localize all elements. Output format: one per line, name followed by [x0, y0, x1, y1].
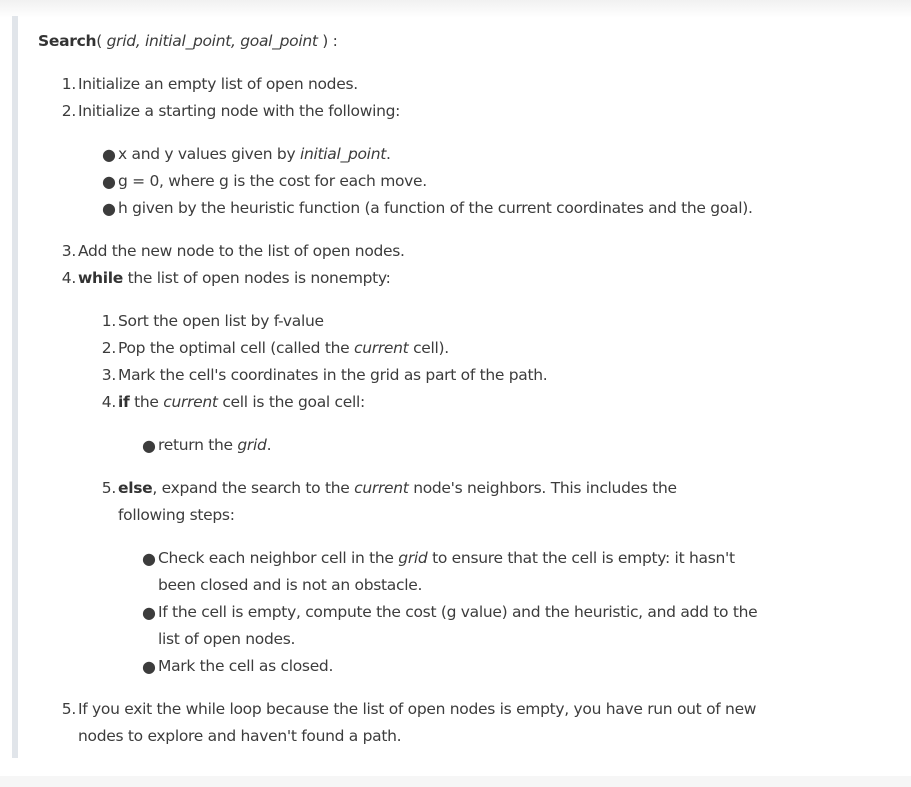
- bullet-icon: ●: [102, 172, 116, 191]
- step-number: 3.: [61, 242, 77, 260]
- step-text: If you exit the while loop because the l…: [78, 700, 757, 745]
- step-text: Pop the optimal cell (called the: [118, 339, 354, 357]
- keyword-if: if: [118, 393, 130, 411]
- step-text: Initialize an empty list of open nodes.: [78, 75, 358, 93]
- emphasis: current: [354, 479, 409, 497]
- bullet-item: ● If the cell is empty, compute the cost…: [142, 599, 758, 653]
- blockquote-bar: [12, 16, 18, 758]
- algorithm-block: Search( grid, initial_point, goal_point …: [38, 29, 898, 750]
- emphasis: current: [354, 339, 409, 357]
- bullet-item: ● Mark the cell as closed.: [142, 653, 898, 680]
- step-2: 2. Initialize a starting node with the f…: [62, 98, 898, 222]
- goal-bullets: ● return the grid.: [142, 432, 898, 459]
- step-text: cell is the goal cell:: [217, 393, 365, 411]
- step-number: 4.: [101, 393, 117, 411]
- bullet-item: ● h given by the heuristic function (a f…: [102, 195, 898, 222]
- signature-open: (: [96, 32, 107, 50]
- step-1: 1. Initialize an empty list of open node…: [62, 71, 898, 98]
- function-args: grid, initial_point, goal_point: [106, 32, 318, 50]
- loop-step-1: 1. Sort the open list by f-value: [102, 308, 898, 335]
- step-text: Mark the cell's coordinates in the grid …: [118, 366, 548, 384]
- step-number: 1.: [61, 75, 77, 93]
- bullet-item: ● g = 0, where g is the cost for each mo…: [102, 168, 898, 195]
- step-4: 4. while the list of open nodes is nonem…: [62, 265, 898, 680]
- loop-step-4: 4. if the current cell is the goal cell:…: [102, 389, 898, 459]
- step-number: 3.: [101, 366, 117, 384]
- function-signature: Search( grid, initial_point, goal_point …: [38, 29, 898, 53]
- step-number: 4.: [61, 269, 77, 287]
- bullet-text: x and y values given by: [118, 145, 300, 163]
- step-text: Initialize a starting node with the foll…: [78, 102, 401, 120]
- bullet-icon: ●: [102, 145, 116, 164]
- bullet-icon: ●: [142, 549, 156, 568]
- loop-step-2: 2. Pop the optimal cell (called the curr…: [102, 335, 898, 362]
- bottom-band: [0, 776, 911, 787]
- step-text: , expand the search to the: [152, 479, 355, 497]
- bullet-text: g = 0, where g is the cost for each move…: [118, 172, 427, 190]
- bullet-text: return the: [158, 436, 238, 454]
- step-text: the list of open nodes is nonempty:: [123, 269, 391, 287]
- step-number: 1.: [101, 312, 117, 330]
- bullet-item: ● Check each neighbor cell in the grid t…: [142, 545, 758, 599]
- step-text: cell).: [408, 339, 449, 357]
- bullet-icon: ●: [102, 199, 116, 218]
- step-number: 5.: [101, 479, 117, 497]
- step-3: 3. Add the new node to the list of open …: [62, 238, 898, 265]
- bullet-text: .: [266, 436, 272, 454]
- bullet-text: Mark the cell as closed.: [158, 657, 334, 675]
- loop-step-3: 3. Mark the cell's coordinates in the gr…: [102, 362, 898, 389]
- keyword-while: while: [78, 269, 123, 287]
- emphasis: current: [163, 393, 218, 411]
- function-name: Search: [38, 32, 97, 50]
- bullet-icon: ●: [142, 657, 156, 676]
- step-5: 5. If you exit the while loop because th…: [62, 696, 758, 750]
- keyword-else: else: [118, 479, 153, 497]
- top-shadow: [0, 0, 911, 18]
- loop-step-5: 5. else, expand the search to the curren…: [102, 475, 898, 680]
- step-text: Sort the open list by f-value: [118, 312, 324, 330]
- loop-steps-list: 1. Sort the open list by f-value 2. Pop …: [102, 308, 898, 680]
- emphasis: initial_point: [299, 145, 386, 163]
- start-node-bullets: ● x and y values given by initial_point.…: [102, 141, 898, 222]
- bullet-text: If the cell is empty, compute the cost (…: [158, 603, 758, 648]
- steps-list: 1. Initialize an empty list of open node…: [62, 71, 898, 750]
- step-text: the: [129, 393, 164, 411]
- bullet-text: .: [386, 145, 391, 163]
- step-number: 2.: [61, 102, 77, 120]
- bullet-icon: ●: [142, 603, 156, 622]
- bullet-item: ● x and y values given by initial_point.: [102, 141, 898, 168]
- emphasis: grid: [398, 549, 428, 567]
- signature-close: ) :: [317, 32, 338, 50]
- step-number: 2.: [101, 339, 117, 357]
- emphasis: grid: [237, 436, 267, 454]
- bullet-item: ● return the grid.: [142, 432, 898, 459]
- step-number: 5.: [61, 700, 77, 718]
- bullet-text: h given by the heuristic function (a fun…: [118, 199, 753, 217]
- bullet-icon: ●: [142, 436, 156, 455]
- expand-bullets: ● Check each neighbor cell in the grid t…: [142, 545, 898, 680]
- bullet-text: Check each neighbor cell in the: [158, 549, 399, 567]
- step-text: Add the new node to the list of open nod…: [78, 242, 405, 260]
